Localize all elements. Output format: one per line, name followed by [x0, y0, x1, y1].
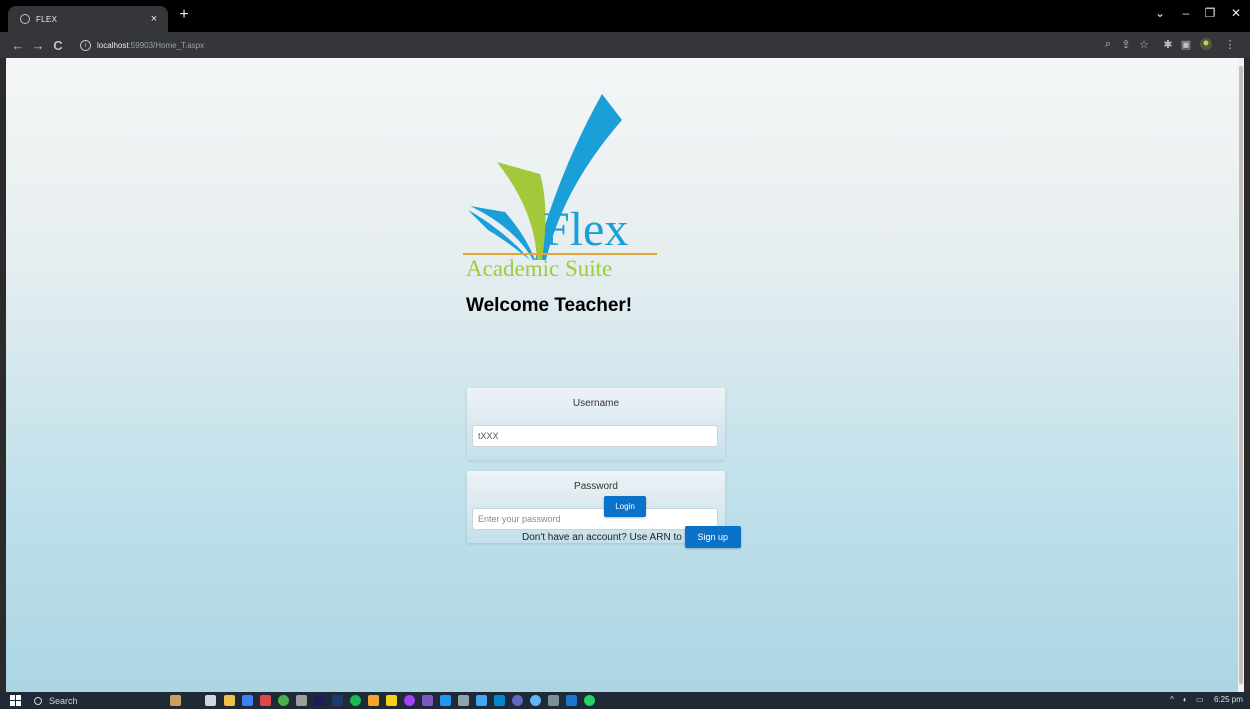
app-icon[interactable]	[530, 695, 541, 706]
share-icon[interactable]: ⇪	[1118, 38, 1134, 51]
scrollbar-thumb[interactable]	[1239, 66, 1243, 684]
url-host: localhost	[97, 40, 129, 50]
login-button[interactable]: Login	[604, 496, 646, 517]
spotify-icon[interactable]	[350, 695, 361, 706]
premiere-icon[interactable]	[314, 695, 325, 706]
file-explorer-icon[interactable]	[224, 695, 235, 706]
menu-icon[interactable]: ⋮	[1222, 38, 1238, 51]
site-info-icon[interactable]: i	[80, 39, 91, 51]
app-icon[interactable]	[494, 695, 505, 706]
volume-icon[interactable]: ◖	[1182, 695, 1187, 704]
taskbar-search-label: Search	[49, 695, 78, 706]
clock[interactable]: 6:25 pm	[1214, 695, 1243, 704]
terminal-icon[interactable]	[296, 695, 307, 706]
tab-title: FLEX	[36, 14, 58, 24]
search-icon	[34, 696, 42, 705]
new-tab-button[interactable]: +	[176, 6, 192, 24]
signup-prompt: Don't have an account? Use ARN to	[522, 531, 682, 543]
store-icon[interactable]	[242, 695, 253, 706]
vscode-icon[interactable]	[440, 695, 451, 706]
tab-close-button[interactable]: ×	[146, 13, 162, 25]
close-window-button[interactable]: ✕	[1226, 6, 1246, 20]
notes-icon[interactable]	[386, 695, 397, 706]
restore-button[interactable]: ❐	[1200, 6, 1220, 20]
forward-icon[interactable]: →	[30, 38, 46, 53]
tray-arrow-icon[interactable]: ^	[1170, 695, 1174, 704]
reload-icon[interactable]: C	[50, 38, 66, 53]
app-icon[interactable]	[404, 695, 415, 706]
app-icon[interactable]	[476, 695, 487, 706]
username-label: Username	[572, 398, 620, 409]
signup-button[interactable]: Sign up	[684, 526, 741, 548]
chrome-icon[interactable]	[278, 695, 289, 706]
url-path: :59903/Home_T.aspx	[128, 40, 205, 50]
username-panel: Username	[467, 388, 725, 460]
browser-tabstrip: FLEX × + ⌄ – ❐ ✕	[0, 0, 1250, 32]
logo-title: Flex	[543, 203, 629, 256]
photoshop-icon[interactable]	[332, 695, 343, 706]
profile-avatar-icon	[1200, 38, 1212, 50]
visual-studio-icon[interactable]	[422, 695, 433, 706]
app-icon[interactable]	[548, 695, 559, 706]
app-icon[interactable]	[458, 695, 469, 706]
teams-icon[interactable]	[512, 695, 523, 706]
sidepanel-icon[interactable]: ▣	[1178, 38, 1194, 51]
browser-tab[interactable]: FLEX ×	[8, 6, 168, 32]
extensions-icon[interactable]: ✱	[1160, 38, 1176, 51]
outlook-icon[interactable]	[566, 695, 577, 706]
address-bar[interactable]: i localhost :59903/Home_T.aspx	[80, 35, 1090, 55]
minimize-button[interactable]: –	[1176, 6, 1196, 20]
task-view-icon[interactable]	[205, 695, 216, 706]
globe-icon	[20, 14, 30, 24]
profile-icon[interactable]	[1198, 38, 1214, 53]
star-icon[interactable]: ☆	[1136, 38, 1152, 51]
scrollbar[interactable]	[1238, 58, 1244, 692]
browser-toolbar: ← → C i localhost :59903/Home_T.aspx ⌕ ⇪…	[0, 32, 1250, 58]
taskbar-search[interactable]: Search	[34, 694, 78, 707]
signup-row: Don't have an account? Use ARN to Sign u…	[522, 526, 741, 548]
logo-divider	[463, 253, 657, 255]
notification-icon[interactable]: ▭	[1196, 695, 1204, 704]
zoom-icon[interactable]: ⌕	[1100, 38, 1116, 51]
logo-subtitle: Academic Suite	[466, 256, 613, 281]
sublime-icon[interactable]	[368, 695, 379, 706]
windows-start-icon[interactable]	[10, 695, 21, 706]
whatsapp-icon[interactable]	[584, 695, 595, 706]
password-label: Password	[574, 481, 618, 492]
pinned-app-icon[interactable]	[170, 695, 181, 706]
snip-icon[interactable]	[260, 695, 271, 706]
taskbar: Search ^ ◖ ▭ 6:25 pm	[0, 692, 1250, 709]
back-icon[interactable]: ←	[10, 38, 26, 53]
username-input[interactable]	[472, 425, 718, 447]
welcome-heading: Welcome Teacher!	[466, 295, 633, 316]
tab-search-button[interactable]: ⌄	[1150, 6, 1170, 20]
